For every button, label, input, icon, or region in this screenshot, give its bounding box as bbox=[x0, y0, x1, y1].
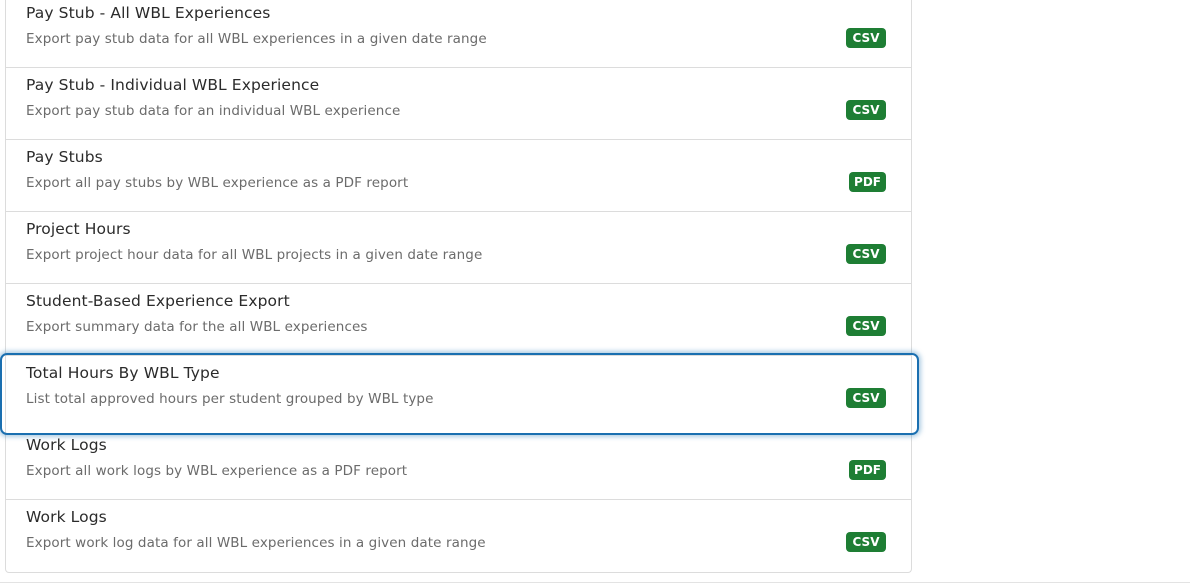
report-item-pay-stubs[interactable]: Pay Stubs Export all pay stubs by WBL ex… bbox=[6, 140, 911, 212]
pdf-format-badge: PDF bbox=[849, 460, 886, 480]
report-description: List total approved hours per student gr… bbox=[26, 391, 434, 407]
report-title: Pay Stub - Individual WBL Experience bbox=[26, 76, 320, 94]
report-item-project-hours[interactable]: Project Hours Export project hour data f… bbox=[6, 212, 911, 284]
report-item-pay-stub-all[interactable]: Pay Stub - All WBL Experiences Export pa… bbox=[6, 0, 911, 68]
report-title: Student-Based Experience Export bbox=[26, 292, 290, 310]
report-title: Pay Stub - All WBL Experiences bbox=[26, 4, 271, 22]
bottom-divider bbox=[0, 582, 1190, 583]
report-title: Work Logs bbox=[26, 436, 107, 454]
report-list: Pay Stub - All WBL Experiences Export pa… bbox=[0, 0, 919, 573]
report-item-total-hours-by-wbl-type[interactable]: Total Hours By WBL Type List total appro… bbox=[0, 353, 919, 435]
report-description: Export pay stub data for an individual W… bbox=[26, 103, 401, 119]
report-description: Export all work logs by WBL experience a… bbox=[26, 463, 408, 479]
csv-format-badge: CSV bbox=[846, 28, 886, 48]
report-description: Export all pay stubs by WBL experience a… bbox=[26, 175, 409, 191]
report-item-work-logs-csv[interactable]: Work Logs Export work log data for all W… bbox=[6, 500, 911, 572]
report-description: Export pay stub data for all WBL experie… bbox=[26, 31, 487, 47]
report-title: Project Hours bbox=[26, 220, 131, 238]
csv-format-badge: CSV bbox=[846, 388, 886, 408]
csv-format-badge: CSV bbox=[846, 532, 886, 552]
pdf-format-badge: PDF bbox=[849, 172, 886, 192]
report-item-pay-stub-individual[interactable]: Pay Stub - Individual WBL Experience Exp… bbox=[6, 68, 911, 140]
report-item-work-logs-pdf[interactable]: Work Logs Export all work logs by WBL ex… bbox=[6, 428, 911, 500]
report-title: Work Logs bbox=[26, 508, 107, 526]
csv-format-badge: CSV bbox=[846, 316, 886, 336]
report-description: Export project hour data for all WBL pro… bbox=[26, 247, 483, 263]
csv-format-badge: CSV bbox=[846, 100, 886, 120]
report-title: Pay Stubs bbox=[26, 148, 103, 166]
report-description: Export work log data for all WBL experie… bbox=[26, 535, 486, 551]
report-description: Export summary data for the all WBL expe… bbox=[26, 319, 368, 335]
report-item-student-based-experience[interactable]: Student-Based Experience Export Export s… bbox=[6, 284, 911, 356]
csv-format-badge: CSV bbox=[846, 244, 886, 264]
report-title: Total Hours By WBL Type bbox=[26, 364, 220, 382]
